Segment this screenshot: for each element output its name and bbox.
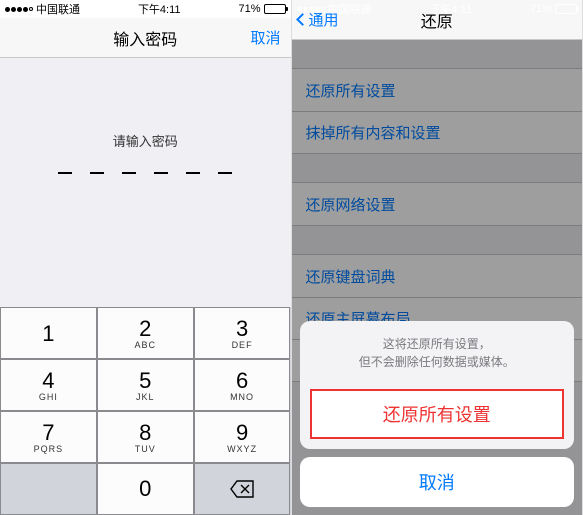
sheet-message: 这将还原所有设置， 但不会删除任何数据或媒体。: [300, 321, 575, 385]
passcode-prompt: 请输入密码: [113, 131, 178, 150]
signal-dots-icon: [297, 7, 325, 12]
battery-pct: 71%: [530, 3, 552, 15]
key-4[interactable]: 4GHI: [0, 359, 97, 411]
numeric-keypad: 1 2ABC 3DEF 4GHI 5JKL 6MNO 7PQRS 8TUV 9W…: [0, 307, 291, 515]
signal-dots-icon: [5, 7, 33, 12]
key-backspace[interactable]: [194, 463, 291, 515]
confirm-reset-button[interactable]: 还原所有设置: [310, 389, 565, 439]
key-6[interactable]: 6MNO: [194, 359, 291, 411]
key-3[interactable]: 3DEF: [194, 307, 291, 359]
key-7[interactable]: 7PQRS: [0, 411, 97, 463]
carrier-label: 中国联通: [36, 1, 80, 17]
phone-passcode: 中国联通 下午4:11 71% 输入密码 取消 请输入密码 1 2ABC 3DE…: [0, 0, 292, 515]
key-blank: [0, 463, 97, 515]
key-0[interactable]: 0: [97, 463, 194, 515]
key-2[interactable]: 2ABC: [97, 307, 194, 359]
backspace-icon: [230, 480, 254, 498]
passcode-area: 请输入密码: [0, 58, 291, 307]
battery-icon: [555, 4, 577, 14]
clock-label: 下午4:11: [138, 1, 181, 17]
carrier-label: 中国联通: [328, 1, 372, 17]
passcode-dashes: [58, 172, 232, 174]
key-8[interactable]: 8TUV: [97, 411, 194, 463]
battery-pct: 71%: [238, 3, 260, 15]
nav-title: 输入密码: [113, 26, 177, 50]
key-1[interactable]: 1: [0, 307, 97, 359]
status-bar: 中国联通 下午4:11 71%: [292, 0, 583, 18]
key-5[interactable]: 5JKL: [97, 359, 194, 411]
battery-icon: [264, 4, 286, 14]
sheet-cancel-button[interactable]: 取消: [300, 457, 575, 507]
clock-label: 下午4:11: [429, 1, 472, 17]
cancel-button[interactable]: 取消: [250, 27, 280, 48]
status-bar: 中国联通 下午4:11 71%: [0, 0, 291, 18]
phone-reset: 通用 还原 还原所有设置 抹掉所有内容和设置 还原网络设置 还原键盘词典 还原主…: [292, 0, 583, 515]
key-9[interactable]: 9WXYZ: [194, 411, 291, 463]
action-sheet: 这将还原所有设置， 但不会删除任何数据或媒体。 还原所有设置 取消: [292, 313, 583, 515]
nav-bar: 输入密码 取消: [0, 18, 291, 58]
